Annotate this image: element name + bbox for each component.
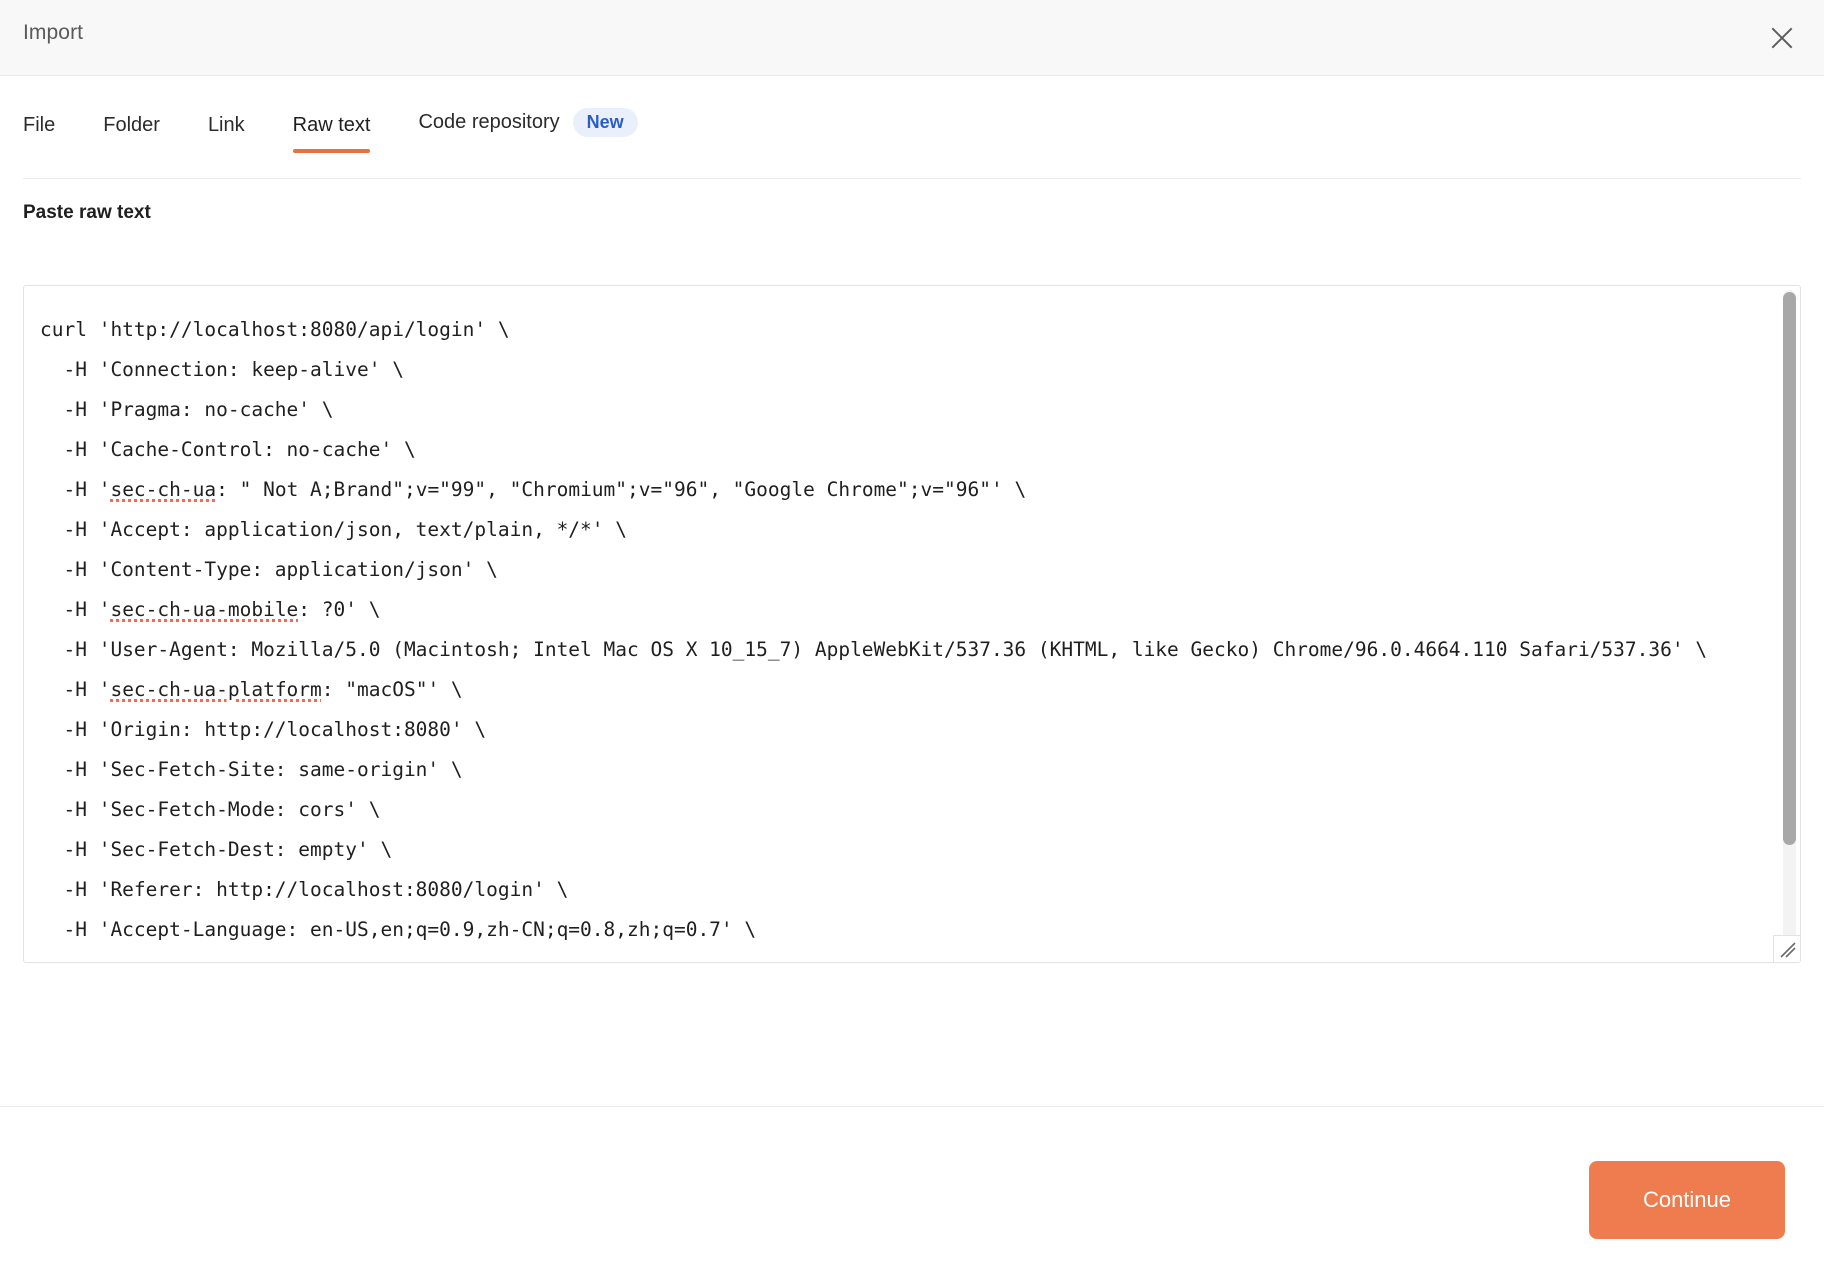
tab-code-repository[interactable]: Code repository New [418, 108, 638, 153]
tab-raw-text-label: Raw text [292, 114, 371, 136]
tabs-row: File Folder Link Raw text Code repositor… [23, 105, 638, 153]
tab-folder-label: Folder [103, 114, 160, 136]
resize-handle[interactable] [1773, 935, 1800, 962]
tab-file-label: File [23, 114, 56, 136]
raw-text-field-wrapper: curl 'http://localhost:8080/api/login' \… [23, 285, 1801, 963]
continue-button[interactable]: Continue [1589, 1161, 1785, 1239]
raw-text-input[interactable]: curl 'http://localhost:8080/api/login' \… [24, 286, 1779, 962]
status-badge-new: New [572, 108, 638, 137]
paste-raw-text-label: Paste raw text [23, 202, 151, 223]
tab-code-repository-label: Code repository [418, 111, 560, 133]
close-button[interactable] [1758, 14, 1806, 62]
page-title: Import [23, 21, 84, 44]
tab-folder[interactable]: Folder [103, 114, 160, 153]
close-icon [1769, 25, 1795, 51]
tab-link[interactable]: Link [208, 114, 245, 153]
tab-file[interactable]: File [23, 114, 55, 153]
footer-divider [0, 1106, 1824, 1107]
tab-link-label: Link [207, 114, 245, 136]
tab-raw-text[interactable]: Raw text [292, 114, 371, 153]
dialog-header: Import [0, 0, 1824, 76]
tabs-divider [23, 178, 1801, 179]
scrollbar-thumb[interactable] [1783, 292, 1796, 845]
tab-bar: File Folder Link Raw text Code repositor… [0, 77, 1824, 179]
